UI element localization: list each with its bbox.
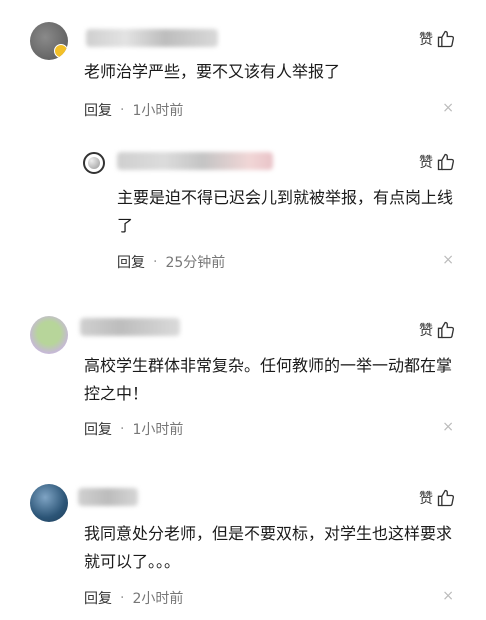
like-button[interactable]: 赞: [419, 488, 456, 508]
comment-3: 赞 高校学生群体非常复杂。任何教师的一举一动都在掌控之中！ 回复 · 1小时前 …: [0, 300, 486, 460]
avatar[interactable]: [83, 152, 105, 174]
like-button[interactable]: 赞: [419, 29, 456, 49]
comment-meta: 回复 · 1小时前: [84, 100, 183, 120]
like-button[interactable]: 赞: [419, 320, 456, 340]
thumbs-up-icon: [437, 30, 455, 48]
reply-button[interactable]: 回复: [84, 419, 112, 439]
comment-time: 25分钟前: [165, 255, 226, 271]
like-label: 赞: [419, 491, 433, 507]
like-label: 赞: [419, 155, 433, 171]
reply-button[interactable]: 回复: [84, 100, 112, 120]
avatar[interactable]: [30, 316, 68, 354]
like-label: 赞: [419, 32, 433, 48]
username-blurred: [117, 152, 273, 170]
like-label: 赞: [419, 323, 433, 339]
thumbs-up-icon: [437, 321, 455, 339]
comment-text: 老师治学严些，要不又该有人举报了: [84, 62, 341, 81]
close-icon[interactable]: ×: [442, 252, 454, 268]
like-button[interactable]: 赞: [419, 152, 456, 172]
username-blurred: [80, 318, 180, 336]
reply-button[interactable]: 回复: [117, 252, 145, 272]
username-blurred: [78, 488, 138, 506]
comment-time: 2小时前: [132, 591, 184, 607]
comment-1: 赞 老师治学严些，要不又该有人举报了 回复 · 1小时前 ×: [0, 0, 486, 130]
separator-dot: ·: [153, 254, 158, 270]
comment-text: 我同意处分老师，但是不要双标，对学生也这样要求就可以了。。。: [84, 524, 453, 571]
comment-text: 主要是迫不得已迟会儿到就被举报，有点岗上线了: [117, 188, 454, 235]
comment-meta: 回复 · 2小时前: [84, 588, 183, 608]
thumbs-up-icon: [437, 153, 455, 171]
comment-time: 1小时前: [132, 422, 184, 438]
comment-4: 赞 我同意处分老师，但是不要双标，对学生也这样要求就可以了。。。 回复 · 2小…: [0, 470, 486, 620]
reply-button[interactable]: 回复: [84, 588, 112, 608]
avatar[interactable]: [30, 22, 68, 60]
avatar[interactable]: [30, 484, 68, 522]
separator-dot: ·: [120, 102, 125, 118]
comment-time: 1小时前: [132, 103, 184, 119]
separator-dot: ·: [120, 590, 125, 606]
separator-dot: ·: [120, 421, 125, 437]
comment-text: 高校学生群体非常复杂。任何教师的一举一动都在掌控之中！: [84, 356, 453, 403]
comment-meta: 回复 · 25分钟前: [117, 252, 225, 272]
close-icon[interactable]: ×: [442, 588, 454, 604]
close-icon[interactable]: ×: [442, 100, 454, 116]
comment-meta: 回复 · 1小时前: [84, 419, 183, 439]
comment-2-reply: 赞 主要是迫不得已迟会儿到就被举报，有点岗上线了 回复 · 25分钟前 ×: [0, 130, 486, 280]
thumbs-up-icon: [437, 489, 455, 507]
username-blurred: [86, 29, 218, 47]
close-icon[interactable]: ×: [442, 419, 454, 435]
